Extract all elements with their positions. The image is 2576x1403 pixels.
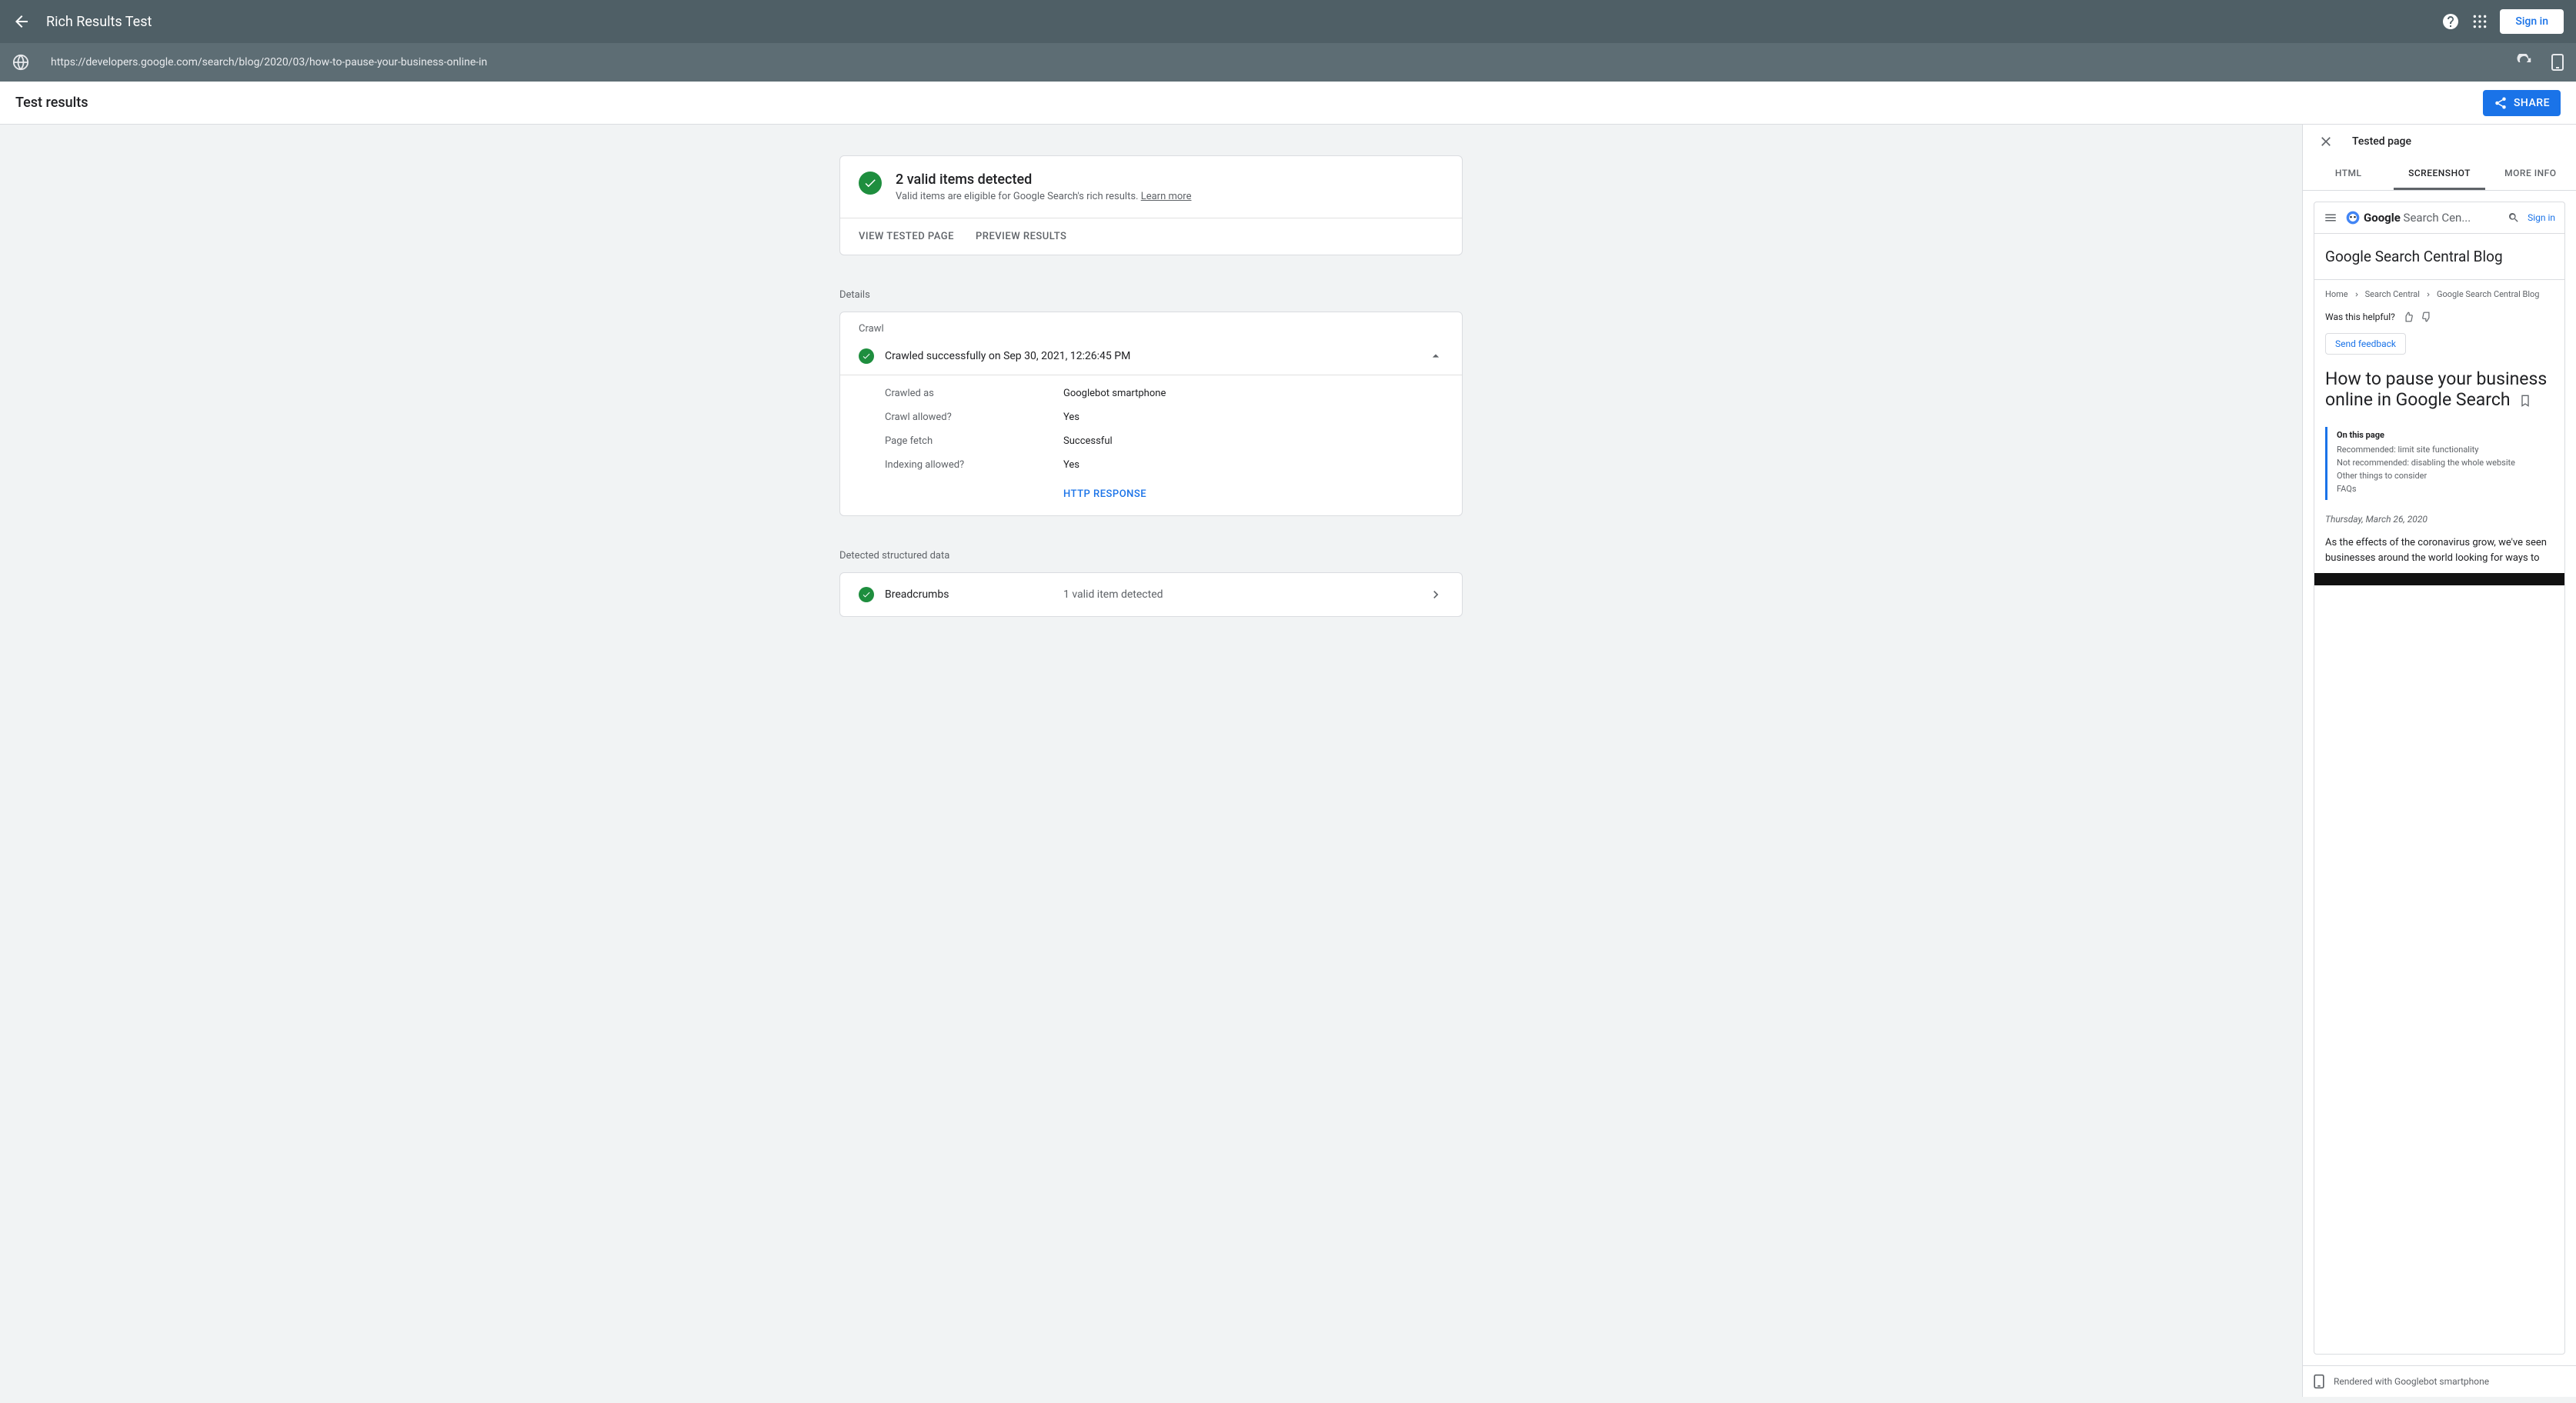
learn-more-link[interactable]: Learn more	[1141, 191, 1192, 202]
bookmark-icon	[2519, 395, 2531, 407]
thumbs-down-icon	[2421, 312, 2432, 322]
view-tested-page-button[interactable]: VIEW TESTED PAGE	[859, 231, 954, 242]
close-icon[interactable]	[2318, 134, 2334, 149]
help-icon[interactable]	[2441, 12, 2460, 31]
back-icon[interactable]	[12, 12, 31, 31]
summary-card: 2 valid items detected Valid items are e…	[839, 155, 1463, 255]
http-response-button[interactable]: HTTP RESPONSE	[1063, 488, 1146, 500]
summary-heading: 2 valid items detected	[896, 172, 1191, 188]
url-bar: https://developers.google.com/search/blo…	[0, 43, 2576, 82]
summary-subtitle: Valid items are eligible for Google Sear…	[896, 191, 1191, 202]
check-icon	[859, 172, 882, 195]
screenshot-blog-title: Google Search Central Blog	[2314, 234, 2564, 280]
detail-row: Page fetch Successful	[840, 429, 1462, 453]
details-section-label: Details	[839, 278, 1463, 312]
refresh-icon[interactable]	[2516, 54, 2533, 71]
structured-item-row[interactable]: Breadcrumbs 1 valid item detected	[840, 573, 1462, 616]
screenshot-toc: On this page Recommended: limit site fun…	[2325, 427, 2554, 500]
screenshot-date: Thursday, March 26, 2020	[2314, 511, 2564, 528]
check-icon	[859, 348, 874, 364]
signin-button[interactable]: Sign in	[2500, 9, 2564, 34]
results-header: Test results SHARE	[0, 82, 2576, 125]
check-icon	[859, 587, 874, 602]
preview-results-button[interactable]: PREVIEW RESULTS	[976, 231, 1066, 242]
hamburger-icon	[2324, 211, 2337, 225]
results-title: Test results	[15, 95, 2483, 111]
chevron-up-icon[interactable]	[1428, 348, 1443, 364]
panel-footer-text: Rendered with Googlebot smartphone	[2334, 1376, 2489, 1387]
detail-row: Indexing allowed? Yes	[840, 453, 1462, 477]
crawl-status-row[interactable]: Crawled successfully on Sep 30, 2021, 12…	[840, 341, 1462, 375]
panel-title: Tested page	[2352, 135, 2411, 148]
helpful-label: Was this helpful?	[2325, 312, 2395, 322]
tested-url[interactable]: https://developers.google.com/search/blo…	[51, 56, 2498, 68]
page-screenshot: Google Search Cen... Sign in Google Sear…	[2314, 202, 2565, 1355]
panel-footer: Rendered with Googlebot smartphone	[2303, 1365, 2576, 1397]
structured-item-count: 1 valid item detected	[1063, 588, 1417, 601]
screenshot-article-title: How to pause your business online in Goo…	[2314, 362, 2564, 416]
chevron-right-icon	[1428, 587, 1443, 602]
screenshot-breadcrumbs: Home Search Central Google Search Centra…	[2314, 280, 2564, 308]
screenshot-signin: Sign in	[2528, 212, 2555, 223]
apps-icon[interactable]	[2472, 14, 2488, 29]
crawl-status-text: Crawled successfully on Sep 30, 2021, 12…	[885, 350, 1417, 362]
brand-logo: Google Search Cen...	[2345, 210, 2500, 225]
app-title: Rich Results Test	[46, 14, 2429, 30]
search-icon	[2508, 212, 2520, 224]
screenshot-dark-bar	[2314, 573, 2564, 585]
crawl-card: Crawl Crawled successfully on Sep 30, 20…	[839, 312, 1463, 516]
structured-data-list: Breadcrumbs 1 valid item detected	[839, 572, 1463, 617]
detail-row: Crawl allowed? Yes	[840, 405, 1462, 429]
crawl-label: Crawl	[840, 312, 1462, 341]
tab-more-info[interactable]: MORE INFO	[2485, 158, 2576, 190]
app-header: Rich Results Test Sign in	[0, 0, 2576, 43]
structured-section-label: Detected structured data	[839, 539, 1463, 572]
tab-screenshot[interactable]: SCREENSHOT	[2394, 158, 2484, 190]
thumbs-up-icon	[2403, 312, 2414, 322]
globe-icon	[12, 54, 29, 71]
smartphone-icon	[2314, 1374, 2324, 1389]
detail-row: Crawled as Googlebot smartphone	[840, 375, 1462, 405]
tab-html[interactable]: HTML	[2303, 158, 2394, 190]
share-label: SHARE	[2514, 97, 2550, 109]
share-button[interactable]: SHARE	[2483, 90, 2561, 116]
structured-item-name: Breadcrumbs	[885, 588, 1053, 601]
screenshot-body: As the effects of the coronavirus grow, …	[2314, 528, 2564, 573]
device-icon[interactable]	[2551, 53, 2564, 72]
send-feedback-button: Send feedback	[2325, 333, 2406, 355]
panel-tabs: HTML SCREENSHOT MORE INFO	[2303, 158, 2576, 191]
tested-page-panel: Tested page HTML SCREENSHOT MORE INFO Go…	[2302, 125, 2576, 1397]
